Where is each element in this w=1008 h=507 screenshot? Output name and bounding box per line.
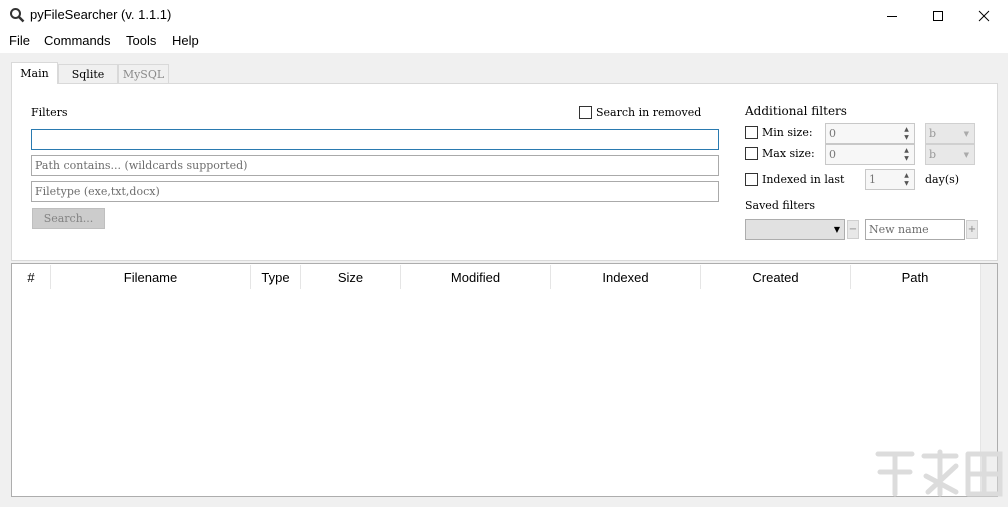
chevron-down-icon: ▼: [963, 151, 969, 159]
menu-help[interactable]: Help: [172, 33, 199, 48]
column-header-path[interactable]: Path: [851, 265, 979, 289]
search-in-removed-checkbox[interactable]: [579, 106, 592, 119]
search-in-removed-label: Search in removed: [596, 106, 702, 119]
max-size-unit-select[interactable]: b ▼: [925, 144, 975, 165]
saved-filters-select[interactable]: ▼: [745, 219, 845, 240]
max-size-value: 0: [829, 148, 836, 161]
minimize-icon: [887, 15, 897, 17]
tab-main[interactable]: Main: [11, 62, 58, 84]
spin-arrows-icon[interactable]: ▲ ▼: [900, 146, 913, 163]
results-table[interactable]: [11, 263, 998, 497]
filetype-input[interactable]: Filetype (exe,txt,docx): [31, 181, 719, 202]
max-size-unit: b: [929, 148, 937, 161]
min-size-spinbox[interactable]: 0 ▲ ▼: [825, 123, 915, 144]
minimize-button[interactable]: [869, 0, 915, 31]
column-header-filename[interactable]: Filename: [51, 265, 251, 289]
min-size-value: 0: [829, 127, 836, 140]
watermark-logo: [872, 446, 1006, 500]
close-button[interactable]: [961, 0, 1007, 31]
indexed-last-checkbox[interactable]: [745, 173, 758, 186]
path-input[interactable]: Path contains... (wildcards supported): [31, 155, 719, 176]
spin-arrows-icon[interactable]: ▲ ▼: [900, 125, 913, 142]
indexed-last-value: 1: [869, 173, 876, 186]
remove-filter-button[interactable]: −: [847, 220, 859, 239]
chevron-down-icon: ▼: [963, 130, 969, 138]
indexed-last-unit: day(s): [925, 173, 960, 186]
max-size-checkbox[interactable]: [745, 147, 758, 160]
min-size-checkbox[interactable]: [745, 126, 758, 139]
spin-arrows-icon[interactable]: ▲ ▼: [900, 171, 913, 188]
maximize-button[interactable]: [915, 0, 961, 31]
tab-mysql[interactable]: MySQL: [118, 64, 169, 83]
filename-input[interactable]: [31, 129, 719, 150]
additional-filters-heading: Additional filters: [745, 104, 847, 118]
maximize-icon: [933, 10, 943, 21]
search-button[interactable]: Search...: [32, 208, 105, 229]
column-header-created[interactable]: Created: [701, 265, 851, 289]
max-size-label: Max size:: [762, 147, 815, 160]
indexed-last-label: Indexed in last: [762, 173, 845, 186]
column-header-type[interactable]: Type: [251, 265, 301, 289]
menu-commands[interactable]: Commands: [44, 33, 110, 48]
window-title: pyFileSearcher (v. 1.1.1): [30, 7, 172, 22]
add-filter-button[interactable]: +: [966, 220, 978, 239]
search-icon: [9, 7, 25, 23]
chevron-down-icon: ▼: [833, 225, 840, 234]
column-header-size[interactable]: Size: [301, 265, 401, 289]
max-size-spinbox[interactable]: 0 ▲ ▼: [825, 144, 915, 165]
column-header-indexed[interactable]: Indexed: [551, 265, 701, 289]
tab-sqlite[interactable]: Sqlite: [58, 64, 118, 83]
min-size-unit: b: [929, 127, 937, 140]
column-header-index[interactable]: #: [12, 265, 51, 289]
new-filter-name-input[interactable]: New name: [865, 219, 965, 240]
indexed-last-spinbox[interactable]: 1 ▲ ▼: [865, 169, 915, 190]
menu-file[interactable]: File: [9, 33, 30, 48]
close-icon: [978, 10, 990, 21]
filters-heading: Filters: [31, 106, 68, 119]
saved-filters-heading: Saved filters: [745, 199, 816, 212]
column-header-modified[interactable]: Modified: [401, 265, 551, 289]
menu-tools[interactable]: Tools: [126, 33, 156, 48]
min-size-label: Min size:: [762, 126, 813, 139]
min-size-unit-select[interactable]: b ▼: [925, 123, 975, 144]
